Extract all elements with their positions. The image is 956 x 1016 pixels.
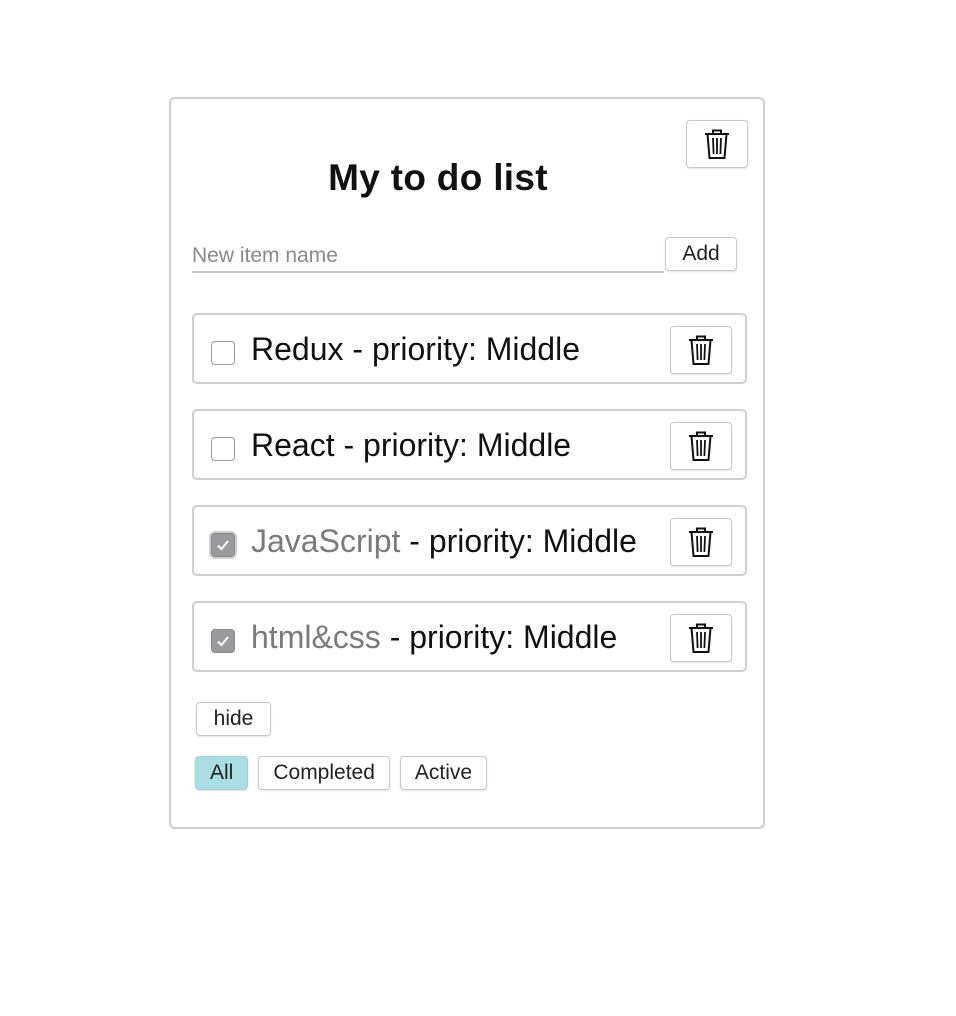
task-text: JavaScript - priority: Middle: [251, 523, 637, 560]
task-name: Redux: [251, 331, 344, 367]
task-priority-prefix: - priority:: [334, 427, 477, 463]
filter-all-button[interactable]: All: [195, 756, 249, 790]
task-priority-prefix: - priority:: [400, 523, 543, 559]
task-priority-prefix: - priority:: [343, 331, 486, 367]
task-priority: Middle: [476, 427, 572, 463]
task-checkbox[interactable]: [211, 629, 235, 653]
delete-task-button[interactable]: [670, 614, 732, 662]
task-list: Redux - priority: Middle React - priorit…: [192, 313, 748, 697]
task-checkbox[interactable]: [211, 533, 235, 557]
task-text: html&css - priority: Middle: [251, 619, 617, 656]
task-checkbox[interactable]: [211, 341, 235, 365]
hide-button[interactable]: hide: [196, 702, 271, 736]
task-name: html&css: [251, 619, 381, 655]
task-checkbox[interactable]: [211, 437, 235, 461]
task-name: JavaScript: [251, 523, 401, 559]
task-item: Redux - priority: Middle: [192, 313, 747, 384]
filter-completed-button[interactable]: Completed: [258, 756, 390, 790]
task-text: React - priority: Middle: [251, 427, 571, 464]
trash-icon: [689, 527, 713, 557]
filter-active-button[interactable]: Active: [399, 756, 488, 790]
trash-icon: [689, 335, 713, 365]
checkmark-icon: [217, 540, 229, 551]
trash-icon: [689, 431, 713, 461]
todolist-card: My to do list Add Redux - priority: Midd…: [169, 97, 765, 829]
new-item-input[interactable]: [192, 237, 664, 273]
task-name: React: [251, 427, 335, 463]
delete-task-button[interactable]: [670, 326, 732, 374]
task-priority: Middle: [523, 619, 618, 655]
trash-icon: [705, 129, 729, 159]
task-item: React - priority: Middle: [192, 409, 747, 480]
filter-bar: All Completed Active: [195, 756, 497, 790]
task-item: JavaScript - priority: Middle: [192, 505, 747, 576]
add-button[interactable]: Add: [665, 237, 737, 271]
task-text: Redux - priority: Middle: [251, 331, 580, 368]
delete-task-button[interactable]: [670, 422, 732, 470]
task-priority: Middle: [542, 523, 637, 559]
add-item-row: Add: [192, 237, 738, 275]
task-item: html&css - priority: Middle: [192, 601, 747, 672]
list-title: My to do list: [328, 157, 548, 198]
task-priority-prefix: - priority:: [380, 619, 524, 655]
checkmark-icon: [217, 636, 229, 647]
trash-icon: [689, 623, 713, 653]
delete-task-button[interactable]: [670, 518, 732, 566]
task-priority: Middle: [485, 331, 580, 367]
